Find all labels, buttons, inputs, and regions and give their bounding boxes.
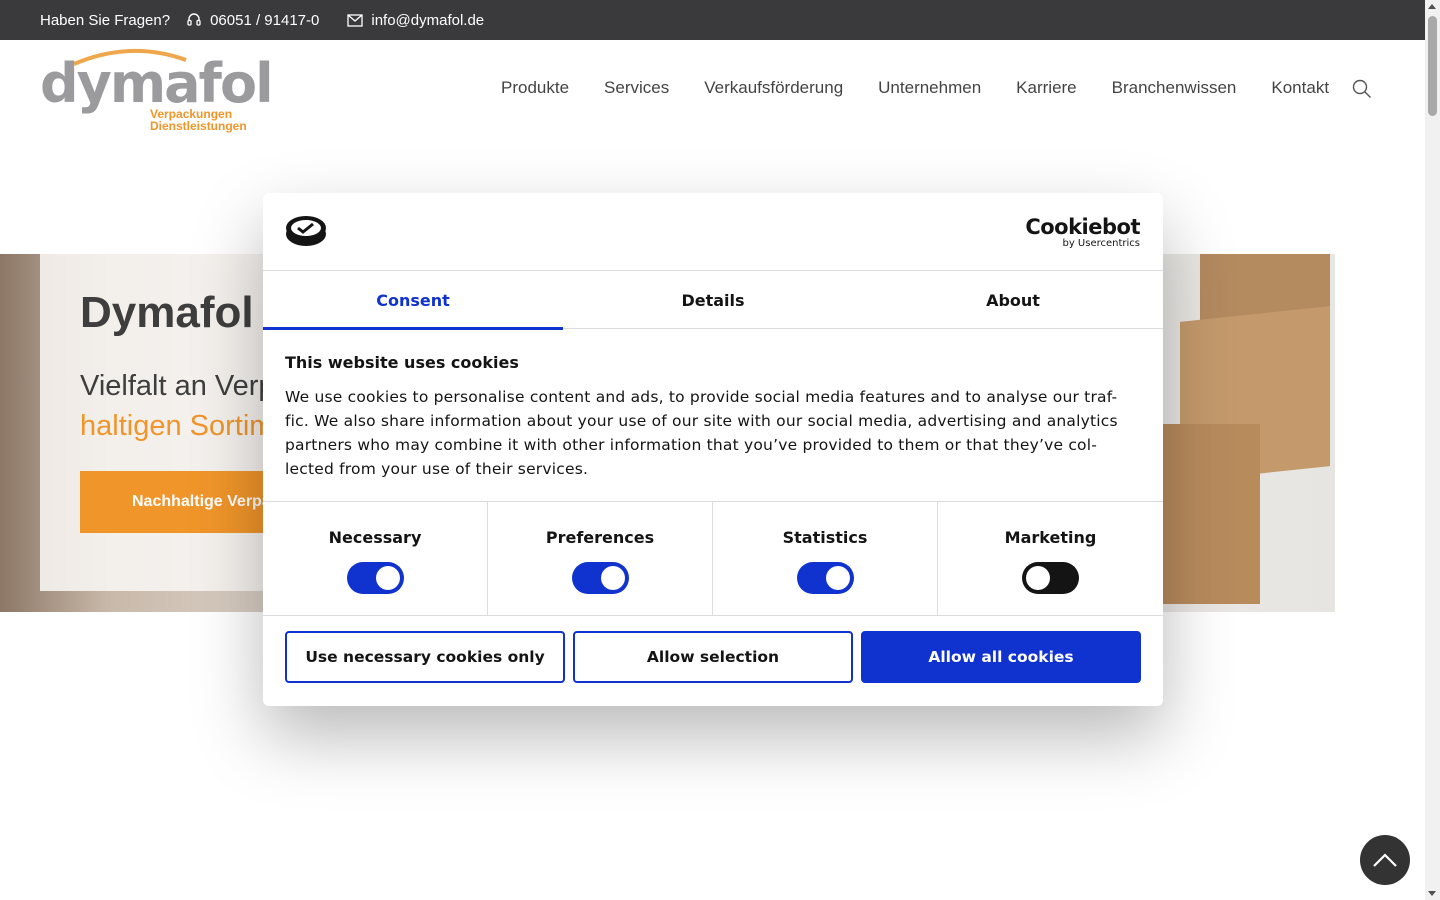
hero-title: Dymafol bbox=[80, 288, 254, 337]
category-label: Preferences bbox=[545, 528, 655, 547]
nav-item-branchenwissen[interactable]: Branchenwissen bbox=[1112, 78, 1237, 98]
back-to-top-button[interactable] bbox=[1360, 835, 1410, 885]
category-label: Marketing bbox=[1004, 528, 1097, 547]
brand-subtitle: by Usercentrics bbox=[1062, 238, 1140, 249]
email-link[interactable]: info@dymafol.de bbox=[347, 12, 484, 29]
nav-item-produkte[interactable]: Produkte bbox=[501, 78, 569, 98]
phone-link[interactable]: 06051 / 91417-0 bbox=[186, 12, 319, 29]
dymafol-logo[interactable]: dymafol Verpackungen Dienstleistungen bbox=[40, 46, 274, 136]
nav-item-unternehmen[interactable]: Unternehmen bbox=[878, 78, 981, 98]
cookie-categories: Necessary Preferences Statistics Marketi… bbox=[263, 501, 1163, 616]
allow-all-cookies-button[interactable]: Allow all cookies bbox=[861, 631, 1141, 683]
toggle-knob bbox=[600, 566, 625, 590]
allow-selection-button[interactable]: Allow selection bbox=[573, 631, 853, 683]
phone-number: 06051 / 91417-0 bbox=[210, 11, 320, 29]
mail-icon bbox=[347, 13, 364, 27]
nav-item-services[interactable]: Services bbox=[604, 78, 669, 98]
cookie-description: We use cookies to personalise content an… bbox=[285, 388, 1118, 478]
statistics-toggle[interactable] bbox=[796, 562, 854, 594]
category-preferences: Preferences bbox=[488, 502, 713, 615]
hero-subtitle-line2: haltigen Sortim bbox=[80, 410, 274, 442]
page-scrollbar[interactable] bbox=[1425, 0, 1440, 900]
main-navigation: Produkte Services Verkaufsförderung Unte… bbox=[501, 78, 1364, 98]
cookie-heading: This website uses cookies bbox=[285, 353, 519, 372]
logo-tagline-services: Dienstleistungen bbox=[150, 119, 247, 133]
cookiebot-badge-icon bbox=[286, 216, 326, 246]
toggle-knob bbox=[825, 566, 850, 590]
category-necessary: Necessary bbox=[263, 502, 488, 615]
tab-details[interactable]: Details bbox=[563, 271, 863, 329]
email-address: info@dymafol.de bbox=[371, 11, 485, 29]
tab-consent[interactable]: Consent bbox=[263, 271, 563, 330]
marketing-toggle[interactable] bbox=[1022, 562, 1079, 594]
use-necessary-only-button[interactable]: Use necessary cookies only bbox=[285, 631, 565, 683]
category-label: Statistics bbox=[782, 528, 868, 547]
nav-item-karriere[interactable]: Karriere bbox=[1016, 78, 1076, 98]
cookie-consent-dialog: Cookiebot by Usercentrics Consent Detail… bbox=[263, 193, 1163, 706]
dialog-tabs: Consent Details About bbox=[263, 271, 1163, 330]
category-marketing: Marketing bbox=[938, 502, 1163, 615]
nav-item-kontakt[interactable]: Kontakt bbox=[1271, 78, 1329, 98]
tab-about[interactable]: About bbox=[863, 271, 1163, 329]
top-contact-bar: Haben Sie Fragen? 06051 / 91417-0 info@d… bbox=[0, 0, 1425, 40]
necessary-toggle[interactable] bbox=[346, 562, 404, 594]
category-statistics: Statistics bbox=[713, 502, 938, 615]
toggle-knob bbox=[1026, 566, 1050, 590]
questions-label: Haben Sie Fragen? bbox=[40, 11, 171, 29]
hero-subtitle-line1: Vielfalt an Verp bbox=[80, 370, 275, 402]
category-label: Necessary bbox=[328, 528, 422, 547]
dialog-header: Cookiebot by Usercentrics bbox=[263, 193, 1163, 271]
toggle-knob bbox=[375, 566, 400, 590]
scroll-thumb[interactable] bbox=[1428, 16, 1437, 116]
scroll-up-arrow[interactable] bbox=[1428, 4, 1436, 9]
dialog-body: This website uses cookies We use cookies… bbox=[285, 353, 1141, 481]
headset-icon bbox=[187, 13, 201, 26]
cookiebot-brand[interactable]: Cookiebot by Usercentrics bbox=[1025, 215, 1140, 249]
scroll-down-arrow[interactable] bbox=[1428, 891, 1436, 896]
nav-item-verkaufsfoerderung[interactable]: Verkaufsförderung bbox=[704, 78, 843, 98]
brand-name: Cookiebot bbox=[1025, 215, 1140, 239]
dialog-actions: Use necessary cookies only Allow selecti… bbox=[285, 631, 1141, 683]
chevron-up-icon bbox=[1373, 853, 1397, 867]
preferences-toggle[interactable] bbox=[571, 562, 629, 594]
search-icon[interactable] bbox=[1352, 79, 1372, 99]
